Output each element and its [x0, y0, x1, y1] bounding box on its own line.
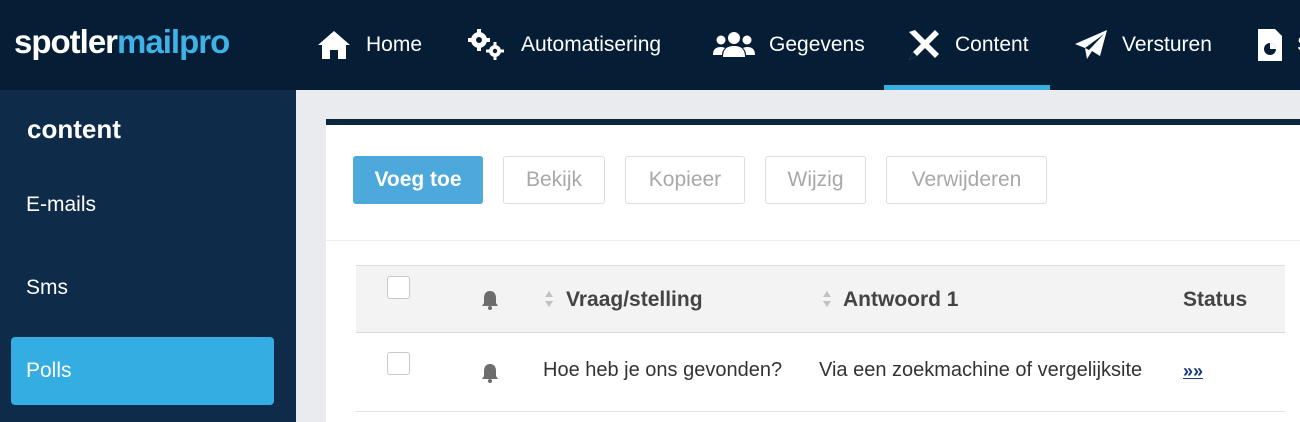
bell-icon — [482, 364, 498, 383]
add-button[interactable]: Voeg toe — [353, 156, 483, 204]
cell-answer1: Via een zoekmachine of vergelijksite — [819, 359, 1143, 381]
status-link[interactable]: »» — [1183, 361, 1203, 382]
nav-item-home[interactable]: Home — [316, 0, 422, 90]
top-navigation: spotlermailpro Home Automatisering Gegev… — [0, 0, 1300, 90]
bell-icon — [482, 291, 498, 310]
paper-plane-icon — [1075, 30, 1107, 59]
cell-question: Hoe heb je ons gevonden? — [543, 359, 783, 381]
home-icon — [318, 31, 350, 59]
copy-button[interactable]: Kopieer — [625, 156, 745, 204]
nav-item-content[interactable]: Content — [884, 0, 1050, 90]
pencil-ruler-icon — [909, 30, 939, 60]
sidebar-item-polls[interactable]: Polls — [11, 337, 274, 405]
sidebar-item-label: E-mails — [26, 193, 97, 216]
column-header-answer1[interactable]: Antwoord 1 — [843, 288, 959, 312]
nav-label-content: Content — [955, 33, 1029, 56]
brand-name-part2: mailpro — [117, 23, 230, 60]
report-icon — [1258, 29, 1282, 61]
table-row[interactable]: Hoe heb je ons gevonden? Via een zoekmac… — [356, 333, 1285, 412]
sidebar: content E-mails Sms Polls — [0, 90, 296, 422]
brand-logo[interactable]: spotlermailpro — [14, 22, 230, 62]
row-checkbox[interactable] — [387, 352, 410, 375]
action-toolbar: Voeg toe Bekijk Kopieer Wijzig Verwijder… — [326, 125, 1300, 241]
view-button[interactable]: Bekijk — [503, 156, 605, 204]
sidebar-item-sms[interactable]: Sms — [11, 254, 274, 322]
brand-name-part1: spotler — [14, 23, 118, 60]
column-header-status: Status — [1183, 288, 1248, 311]
nav-item-gegevens[interactable]: Gegevens — [713, 0, 865, 90]
table-header: Vraag/stelling Antwoord 1 Status — [356, 265, 1285, 333]
gears-icon — [468, 29, 504, 60]
nav-label-gegevens: Gegevens — [769, 33, 865, 56]
edit-button[interactable]: Wijzig — [765, 156, 866, 204]
nav-label-automatisering: Automatisering — [521, 33, 662, 56]
sidebar-item-emails[interactable]: E-mails — [11, 171, 274, 239]
content-panel: Voeg toe Bekijk Kopieer Wijzig Verwijder… — [326, 119, 1300, 422]
select-all-checkbox[interactable] — [387, 276, 410, 299]
nav-label-home: Home — [366, 33, 423, 56]
users-icon — [713, 32, 755, 57]
sidebar-title: content — [27, 114, 121, 144]
delete-button[interactable]: Verwijderen — [886, 156, 1047, 204]
nav-label-versturen: Versturen — [1122, 33, 1212, 56]
nav-item-versturen[interactable]: Versturen — [1074, 0, 1212, 90]
sort-icon[interactable] — [544, 289, 554, 309]
nav-item-rapportage[interactable]: S — [1257, 0, 1300, 90]
column-header-question[interactable]: Vraag/stelling — [566, 288, 703, 312]
sidebar-item-label: Polls — [26, 359, 72, 382]
sidebar-item-label: Sms — [26, 276, 68, 299]
sort-icon[interactable] — [822, 289, 832, 309]
nav-item-automatisering[interactable]: Automatisering — [467, 0, 661, 90]
